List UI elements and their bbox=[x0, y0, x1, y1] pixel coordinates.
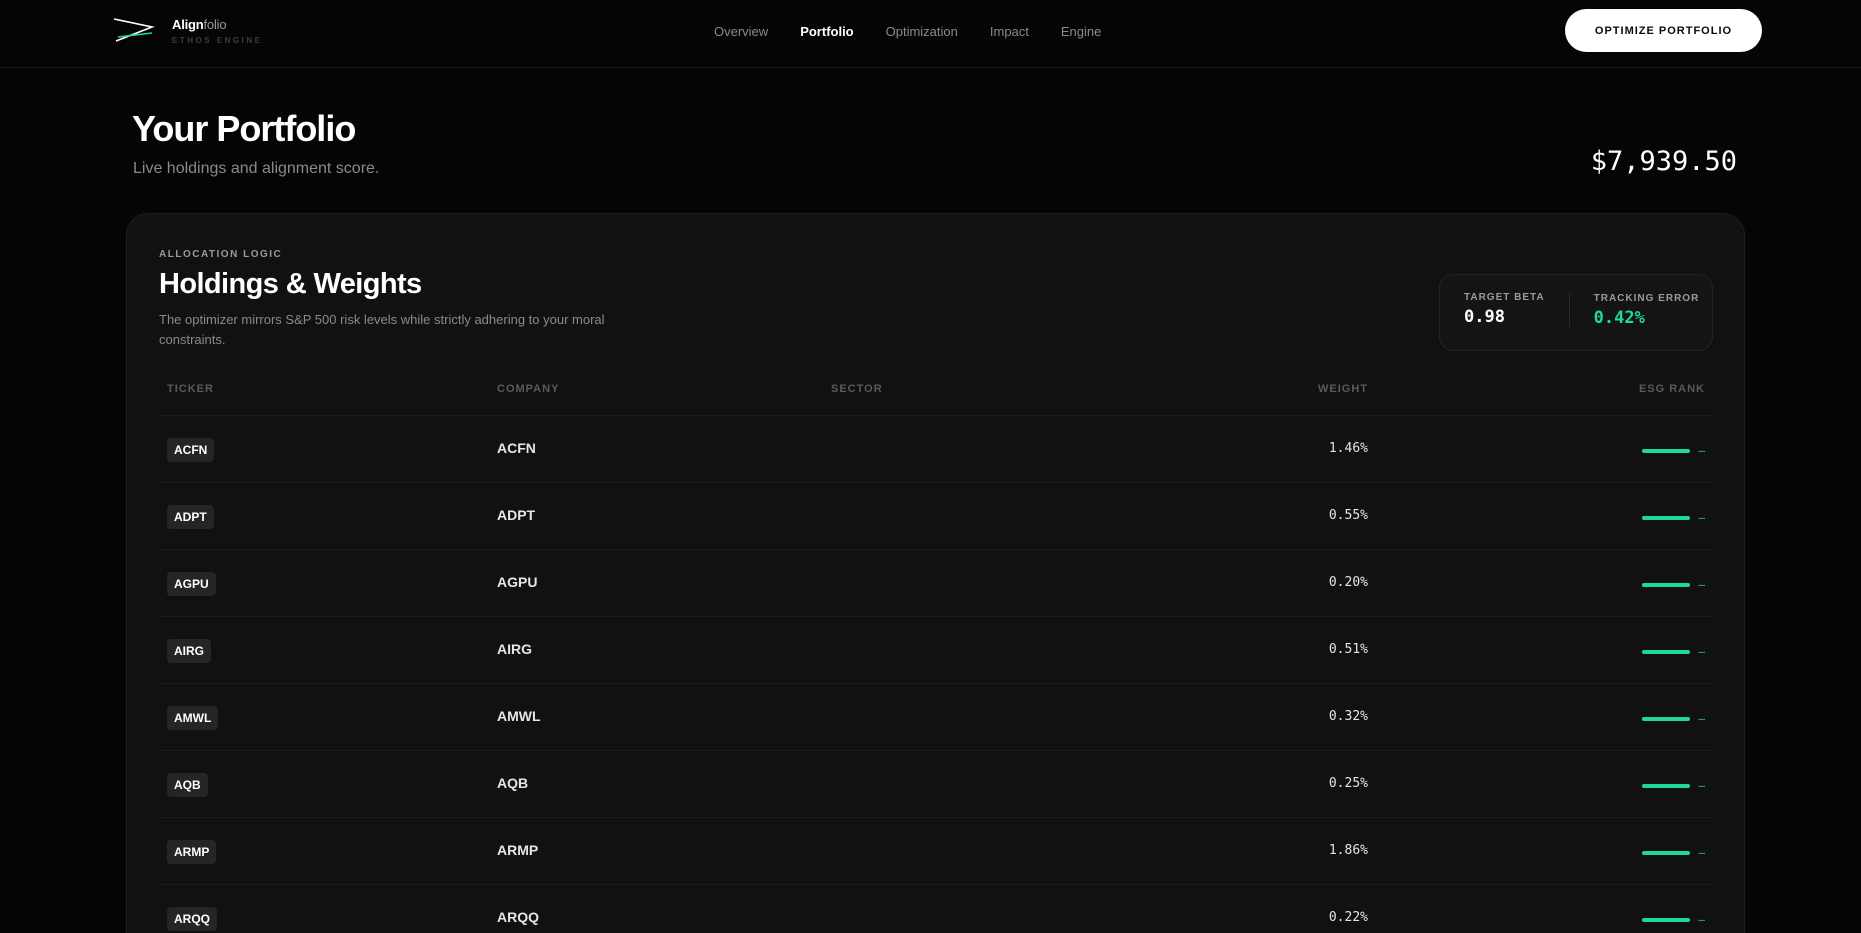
esg-rank-value: – bbox=[1698, 913, 1705, 926]
esg-bar bbox=[1642, 783, 1691, 788]
card-description: The optimizer mirrors S&P 500 risk level… bbox=[159, 312, 605, 347]
page-subtitle: Live holdings and alignment score. bbox=[133, 160, 380, 177]
esg-bar bbox=[1642, 448, 1691, 453]
portfolio-total-value: $7,939.50 bbox=[1590, 146, 1737, 177]
esg-rank: – bbox=[1642, 846, 1705, 859]
holdings-table-body: ACFN ACFN 1.46% – ADPT ADPT 0.55% – AGPU… bbox=[159, 415, 1713, 933]
esg-rank: – bbox=[1642, 913, 1705, 926]
column-header-company[interactable]: COMPANY bbox=[497, 383, 559, 395]
table-row[interactable]: ARMP ARMP 1.86% – bbox=[159, 817, 1713, 884]
holdings-table-header: TICKER COMPANY SECTOR WEIGHT ESG RANK bbox=[159, 383, 1713, 403]
esg-rank-value: – bbox=[1698, 779, 1705, 792]
ticker-badge: AIRG bbox=[167, 639, 211, 663]
company-name: AGPU bbox=[497, 574, 538, 590]
esg-rank-value: – bbox=[1698, 511, 1705, 524]
esg-rank: – bbox=[1642, 712, 1705, 725]
ticker-badge: AQB bbox=[167, 773, 208, 797]
metric-label: TRACKING ERROR bbox=[1593, 293, 1700, 304]
page-title: Your Portfolio bbox=[132, 108, 356, 149]
esg-bar bbox=[1642, 917, 1691, 922]
brand-logo[interactable]: Alignfolio ETHOS ENGINE bbox=[112, 17, 262, 45]
nav-link-impact[interactable]: Impact bbox=[990, 24, 1029, 39]
weight: 0.22% bbox=[1328, 910, 1368, 925]
esg-rank-value: – bbox=[1698, 846, 1705, 859]
brand-name: Alignfolio bbox=[172, 17, 227, 32]
optimize-portfolio-button[interactable]: OPTIMIZE PORTFOLIO bbox=[1565, 9, 1762, 52]
nav-link-portfolio[interactable]: Portfolio bbox=[800, 24, 853, 39]
company-name: ADPT bbox=[497, 507, 536, 523]
esg-rank: – bbox=[1642, 578, 1705, 591]
weight: 0.51% bbox=[1328, 642, 1368, 657]
esg-rank: – bbox=[1642, 779, 1705, 792]
metric-target-beta: TARGET BETA 0.98 bbox=[1440, 275, 1545, 350]
company-name: ARMP bbox=[497, 842, 539, 858]
ticker-badge: AMWL bbox=[167, 706, 219, 730]
ticker-badge: ADPT bbox=[167, 505, 214, 529]
weight: 0.55% bbox=[1328, 508, 1368, 523]
table-row[interactable]: ARQQ ARQQ 0.22% – bbox=[159, 884, 1713, 933]
weight: 0.32% bbox=[1328, 709, 1368, 724]
company-name: ARQQ bbox=[497, 909, 539, 925]
nav-link-engine[interactable]: Engine bbox=[1061, 24, 1101, 39]
ticker-badge: ARQQ bbox=[167, 907, 217, 931]
esg-rank-value: – bbox=[1698, 712, 1705, 725]
metric-value: 0.42% bbox=[1593, 308, 1645, 328]
esg-bar bbox=[1642, 582, 1691, 587]
company-name: AQB bbox=[497, 775, 529, 791]
card-title: Holdings & Weights bbox=[159, 268, 422, 300]
risk-metrics-panel: TARGET BETA 0.98 TRACKING ERROR 0.42% bbox=[1439, 274, 1713, 351]
esg-rank: – bbox=[1642, 645, 1705, 658]
column-header-sector[interactable]: SECTOR bbox=[831, 383, 883, 395]
brand-tagline: ETHOS ENGINE bbox=[172, 36, 263, 45]
table-row[interactable]: AMWL AMWL 0.32% – bbox=[159, 683, 1713, 750]
metric-label: TARGET BETA bbox=[1464, 292, 1545, 303]
company-name: AMWL bbox=[497, 708, 541, 724]
nav-link-overview[interactable]: Overview bbox=[714, 24, 768, 39]
table-row[interactable]: AQB AQB 0.25% – bbox=[159, 750, 1713, 817]
ticker-badge: AGPU bbox=[167, 572, 216, 596]
metric-value: 0.98 bbox=[1464, 307, 1505, 327]
esg-rank: – bbox=[1642, 511, 1705, 524]
column-header-weight[interactable]: WEIGHT bbox=[1318, 383, 1368, 395]
ticker-badge: ACFN bbox=[167, 438, 215, 462]
column-header-esg-rank[interactable]: ESG RANK bbox=[1639, 383, 1705, 395]
table-row[interactable]: ACFN ACFN 1.46% – bbox=[159, 415, 1713, 482]
company-name: AIRG bbox=[497, 641, 532, 657]
align-chevron-logo-icon bbox=[113, 18, 155, 42]
weight: 0.25% bbox=[1328, 776, 1368, 791]
esg-bar bbox=[1642, 716, 1691, 721]
column-header-ticker[interactable]: TICKER bbox=[167, 383, 214, 395]
esg-rank-value: – bbox=[1698, 578, 1705, 591]
esg-rank-value: – bbox=[1698, 444, 1705, 457]
esg-rank-value: – bbox=[1698, 645, 1705, 658]
esg-bar bbox=[1642, 850, 1691, 855]
table-row[interactable]: AGPU AGPU 0.20% – bbox=[159, 549, 1713, 616]
metric-tracking-error: TRACKING ERROR 0.42% bbox=[1568, 293, 1700, 328]
table-row[interactable]: ADPT ADPT 0.55% – bbox=[159, 482, 1713, 549]
company-name: ACFN bbox=[497, 440, 536, 456]
esg-rank: – bbox=[1642, 444, 1705, 457]
esg-bar bbox=[1642, 515, 1691, 520]
nav-link-optimization[interactable]: Optimization bbox=[886, 24, 958, 39]
table-row[interactable]: AIRG AIRG 0.51% – bbox=[159, 616, 1713, 683]
holdings-card: ALLOCATION LOGIC Holdings & Weights The … bbox=[126, 213, 1745, 933]
weight: 1.86% bbox=[1328, 843, 1368, 858]
esg-bar bbox=[1642, 649, 1691, 654]
ticker-badge: ARMP bbox=[167, 840, 217, 864]
weight: 0.20% bbox=[1328, 575, 1368, 590]
top-nav: Alignfolio ETHOS ENGINE Overview Portfol… bbox=[0, 0, 1861, 68]
nav-links: Overview Portfolio Optimization Impact E… bbox=[714, 24, 1133, 39]
weight: 1.46% bbox=[1328, 441, 1368, 456]
card-eyebrow: ALLOCATION LOGIC bbox=[159, 249, 283, 260]
